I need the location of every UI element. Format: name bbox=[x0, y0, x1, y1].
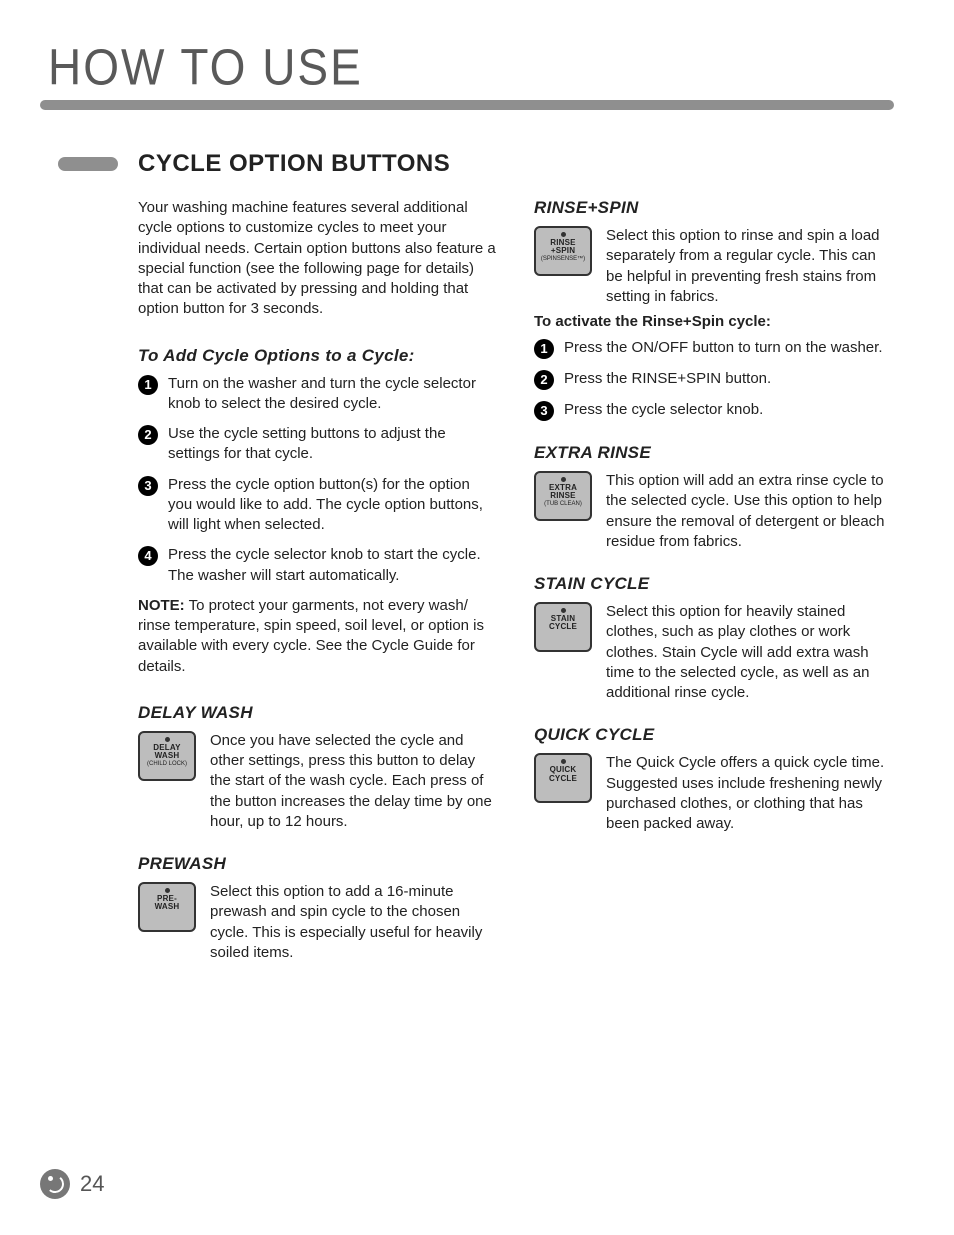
page-title: HOW TO USE bbox=[48, 37, 894, 96]
prewash-text: Select this option to add a 16-minute pr… bbox=[210, 882, 498, 963]
section-bullet-icon bbox=[58, 157, 118, 171]
stain-cycle-heading: STAIN CYCLE bbox=[534, 574, 894, 594]
section-title: CYCLE OPTION BUTTONS bbox=[138, 150, 450, 178]
step-text: Use the cycle setting buttons to adjust … bbox=[168, 424, 498, 465]
add-cycle-step: 1 Turn on the washer and turn the cycle … bbox=[138, 374, 498, 415]
step-number-icon: 3 bbox=[534, 401, 554, 421]
delay-wash-block: DELAY WASH DELAY WASH (CHILD LOCK) Once … bbox=[138, 703, 498, 832]
extra-rinse-heading: EXTRA RINSE bbox=[534, 443, 894, 463]
rinse-spin-step: 2 Press the RINSE+SPIN button. bbox=[534, 369, 894, 390]
rinse-spin-text: Select this option to rinse and spin a l… bbox=[606, 226, 894, 307]
step-text: Press the cycle selector knob to start t… bbox=[168, 545, 498, 586]
extra-rinse-button-icon: EXTRA RINSE (TUB CLEAN) bbox=[534, 471, 592, 521]
note-label: NOTE: bbox=[138, 597, 185, 614]
delay-wash-text: Once you have selected the cycle and oth… bbox=[210, 731, 498, 832]
stain-cycle-button-icon: STAIN CYCLE bbox=[534, 602, 592, 652]
step-text: Press the RINSE+SPIN button. bbox=[564, 369, 771, 390]
step-number-icon: 1 bbox=[138, 375, 158, 395]
rinse-spin-step: 3 Press the cycle selector knob. bbox=[534, 400, 894, 421]
lg-logo-icon bbox=[40, 1169, 70, 1199]
step-number-icon: 3 bbox=[138, 476, 158, 496]
left-column: Your washing machine features several ad… bbox=[138, 198, 498, 985]
stain-cycle-text: Select this option for heavily stained c… bbox=[606, 602, 894, 703]
quick-cycle-text: The Quick Cycle offers a quick cycle tim… bbox=[606, 753, 894, 834]
rinse-spin-block: RINSE+SPIN RINSE +SPIN (SPINSENSE™) Sele… bbox=[534, 198, 894, 421]
prewash-heading: PREWASH bbox=[138, 854, 498, 874]
stain-cycle-block: STAIN CYCLE STAIN CYCLE Select this opti… bbox=[534, 574, 894, 703]
step-number-icon: 2 bbox=[138, 425, 158, 445]
delay-wash-heading: DELAY WASH bbox=[138, 703, 498, 723]
title-rule bbox=[40, 100, 894, 110]
extra-rinse-block: EXTRA RINSE EXTRA RINSE (TUB CLEAN) This… bbox=[534, 443, 894, 552]
page-number: 24 bbox=[80, 1171, 104, 1197]
page-footer: 24 bbox=[40, 1169, 104, 1199]
quick-cycle-heading: QUICK CYCLE bbox=[534, 725, 894, 745]
step-text: Press the ON/OFF button to turn on the w… bbox=[564, 338, 883, 359]
step-text: Press the cycle selector knob. bbox=[564, 400, 763, 421]
rinse-spin-button-icon: RINSE +SPIN (SPINSENSE™) bbox=[534, 226, 592, 276]
add-cycle-step: 2 Use the cycle setting buttons to adjus… bbox=[138, 424, 498, 465]
step-number-icon: 2 bbox=[534, 370, 554, 390]
section-intro: Your washing machine features several ad… bbox=[138, 198, 498, 320]
note-text: NOTE: To protect your garments, not ever… bbox=[138, 596, 498, 677]
rinse-spin-activate-heading: To activate the Rinse+Spin cycle: bbox=[534, 313, 894, 330]
add-cycle-heading: To Add Cycle Options to a Cycle: bbox=[138, 346, 498, 366]
step-number-icon: 1 bbox=[534, 339, 554, 359]
note-body: To protect your garments, not every wash… bbox=[138, 597, 484, 675]
step-text: Press the cycle option button(s) for the… bbox=[168, 475, 498, 536]
quick-cycle-button-icon: QUICK CYCLE bbox=[534, 753, 592, 803]
right-column: RINSE+SPIN RINSE +SPIN (SPINSENSE™) Sele… bbox=[534, 198, 894, 985]
section-header: CYCLE OPTION BUTTONS bbox=[58, 150, 894, 178]
step-text: Turn on the washer and turn the cycle se… bbox=[168, 374, 498, 415]
rinse-spin-step: 1 Press the ON/OFF button to turn on the… bbox=[534, 338, 894, 359]
step-number-icon: 4 bbox=[138, 546, 158, 566]
quick-cycle-block: QUICK CYCLE QUICK CYCLE The Quick Cycle … bbox=[534, 725, 894, 834]
extra-rinse-text: This option will add an extra rinse cycl… bbox=[606, 471, 894, 552]
prewash-button-icon: PRE- WASH bbox=[138, 882, 196, 932]
rinse-spin-heading: RINSE+SPIN bbox=[534, 198, 894, 218]
prewash-block: PREWASH PRE- WASH Select this option to … bbox=[138, 854, 498, 963]
delay-wash-button-icon: DELAY WASH (CHILD LOCK) bbox=[138, 731, 196, 781]
add-cycle-step: 3 Press the cycle option button(s) for t… bbox=[138, 475, 498, 536]
add-cycle-step: 4 Press the cycle selector knob to start… bbox=[138, 545, 498, 586]
